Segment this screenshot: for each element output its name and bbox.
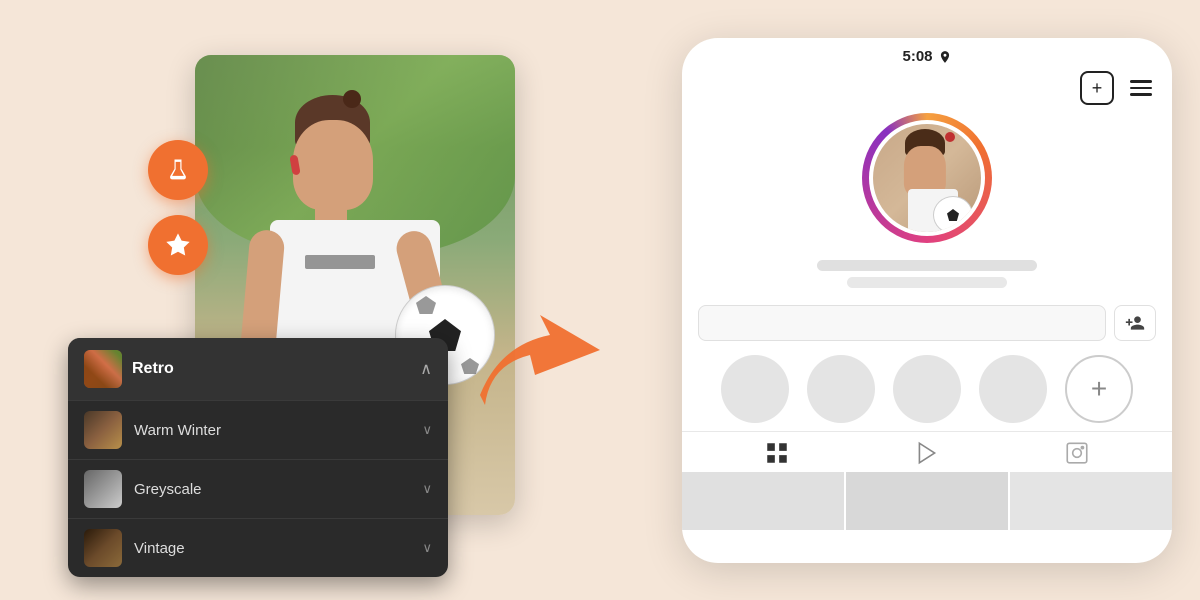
filter-vintage[interactable]: Vintage ∨ <box>68 518 448 577</box>
action-row <box>682 299 1172 347</box>
arrow-decoration <box>470 305 610 420</box>
grid-cell-3 <box>1010 472 1172 530</box>
story-add-button[interactable]: + <box>1065 355 1133 423</box>
filter-greyscale[interactable]: Greyscale ∨ <box>68 459 448 518</box>
location-icon <box>938 50 952 64</box>
grid-cell-2 <box>846 472 1008 530</box>
filter-retro-label: Retro <box>132 360 174 378</box>
profile-section <box>682 113 1172 299</box>
star-icon <box>164 231 192 259</box>
filter-retro-thumb <box>84 350 122 388</box>
story-circle-1[interactable] <box>721 355 789 423</box>
stories-row: + <box>682 347 1172 429</box>
menu-line-3 <box>1130 93 1152 96</box>
story-circle-4[interactable] <box>979 355 1047 423</box>
avatar-photo <box>873 124 981 232</box>
filter-panel: Retro ∧ Warm Winter ∨ Greyscale ∨ Vintag… <box>68 338 448 577</box>
story-circle-3[interactable] <box>893 355 961 423</box>
play-icon <box>914 440 940 466</box>
story-circle-2[interactable] <box>807 355 875 423</box>
nav-grid-button[interactable] <box>764 440 790 466</box>
username-bar <box>817 260 1037 271</box>
menu-line-2 <box>1130 87 1152 90</box>
grid-icon <box>764 440 790 466</box>
filter-warm-chevron: ∨ <box>422 422 432 438</box>
menu-button[interactable] <box>1130 80 1152 96</box>
photo-grid-preview <box>682 470 1172 530</box>
add-post-button[interactable]: + <box>1080 71 1114 105</box>
star-button[interactable] <box>148 215 208 275</box>
avatar-inner-border <box>869 120 985 236</box>
lab-icon <box>164 156 192 184</box>
filter-warm-thumb <box>84 411 122 449</box>
status-bar: 5:08 <box>682 38 1172 69</box>
message-input[interactable] <box>698 305 1106 341</box>
story-add-icon: + <box>1091 375 1107 403</box>
filter-grey-label: Greyscale <box>134 481 202 498</box>
bio-bar <box>847 277 1007 288</box>
phone-mockup: 5:08 + <box>682 38 1172 563</box>
avatar-ring[interactable] <box>862 113 992 243</box>
filter-warm-winter[interactable]: Warm Winter ∨ <box>68 400 448 459</box>
lab-button[interactable] <box>148 140 208 200</box>
add-friend-icon <box>1125 313 1145 333</box>
grid-cell-1 <box>682 472 844 530</box>
plus-icon: + <box>1092 78 1103 99</box>
photo-icon <box>1064 440 1090 466</box>
phone-nav-bar: + <box>682 69 1172 113</box>
filter-grey-thumb <box>84 470 122 508</box>
filter-vintage-chevron: ∨ <box>422 540 432 556</box>
filter-vintage-thumb <box>84 529 122 567</box>
filter-warm-label: Warm Winter <box>134 422 221 439</box>
bottom-nav <box>682 431 1172 470</box>
nav-play-button[interactable] <box>914 440 940 466</box>
menu-line-1 <box>1130 80 1152 83</box>
filter-grey-chevron: ∨ <box>422 481 432 497</box>
filter-retro-header[interactable]: Retro ∧ <box>68 338 448 400</box>
filter-retro-chevron: ∧ <box>420 359 432 379</box>
time-display: 5:08 <box>902 48 932 65</box>
add-friend-button[interactable] <box>1114 305 1156 341</box>
filter-vintage-label: Vintage <box>134 540 185 557</box>
nav-photo-button[interactable] <box>1064 440 1090 466</box>
